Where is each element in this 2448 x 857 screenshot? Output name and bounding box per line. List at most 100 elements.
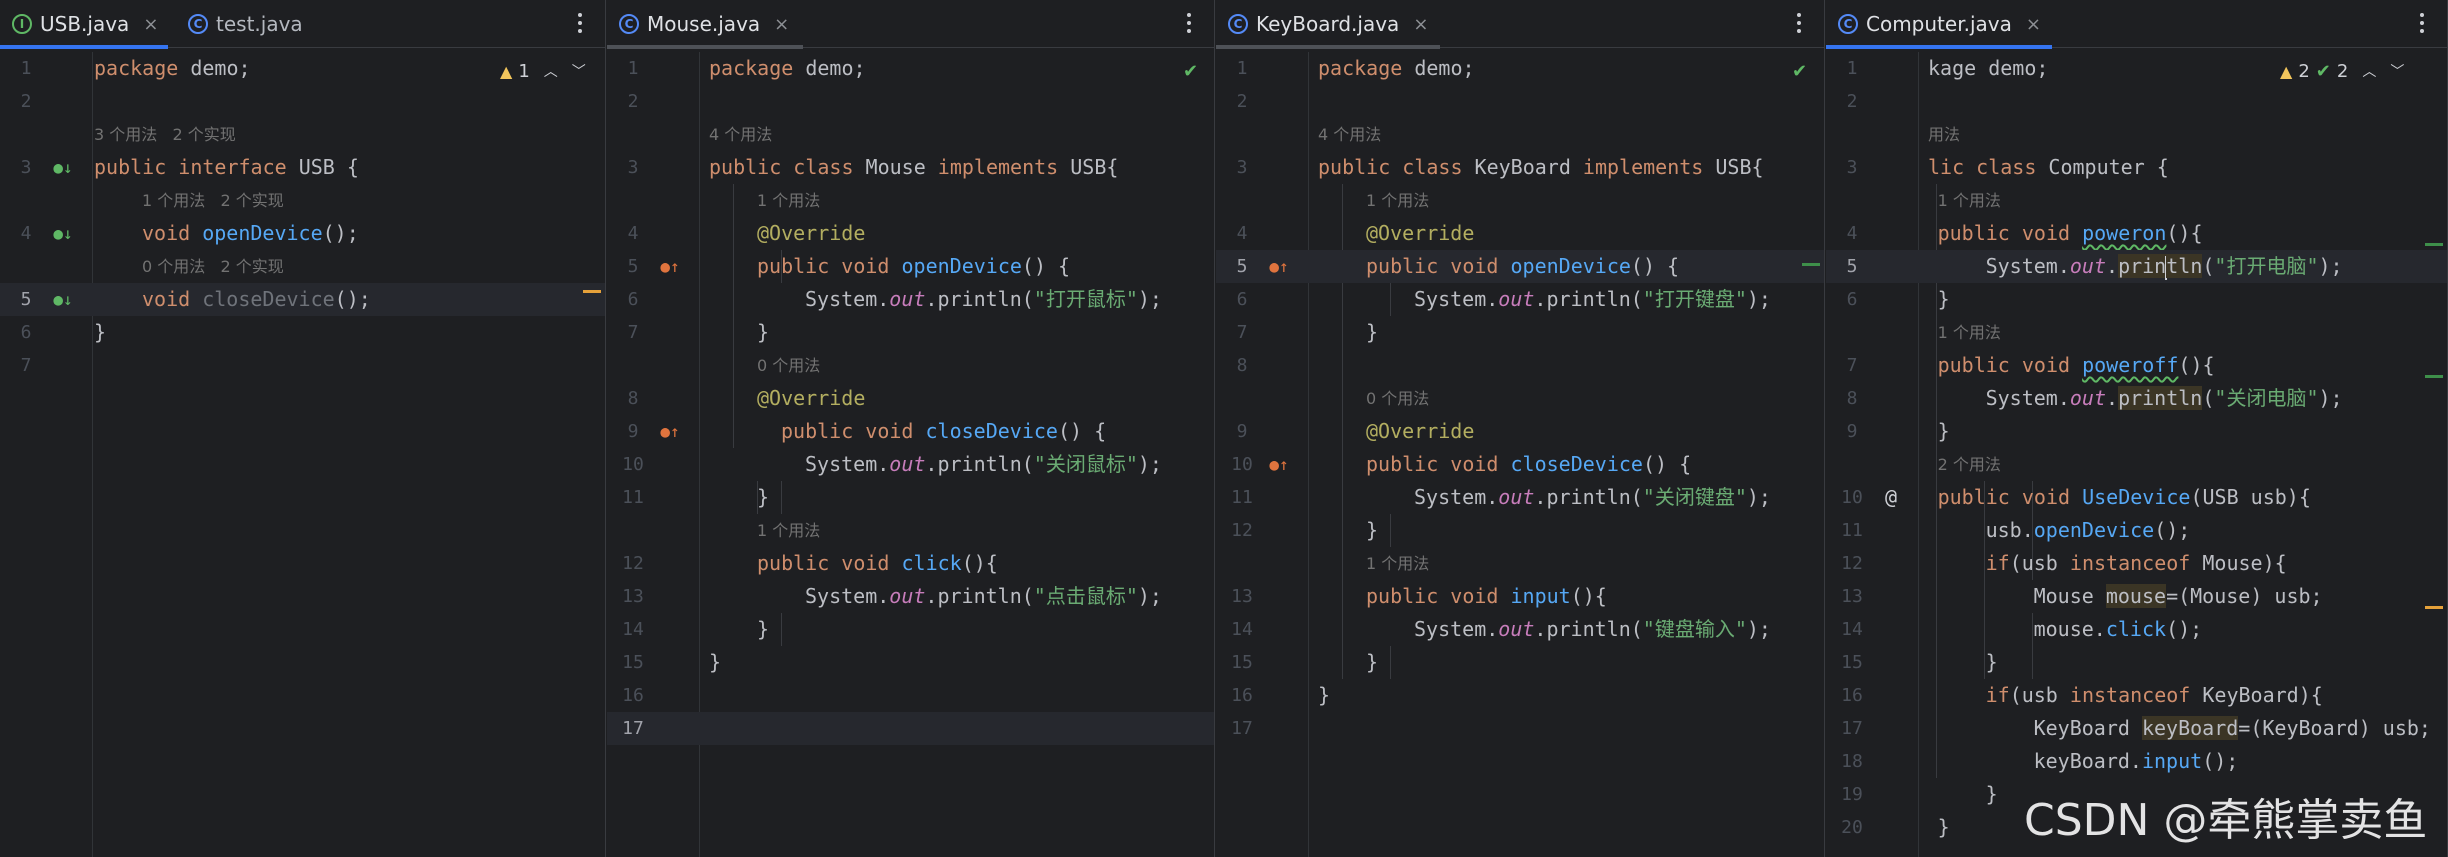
usage-hint[interactable]: 1 个用法 [1938, 184, 2001, 217]
code-text[interactable]: System.out.println("关闭键盘"); [1414, 481, 1771, 514]
chevron-down-icon[interactable]: ﹀ [2390, 61, 2404, 81]
scrollbar-mark[interactable] [2425, 375, 2443, 379]
usage-hint[interactable]: 1 个用法 [757, 184, 820, 217]
usage-hint[interactable]: 1 个用法 [757, 514, 820, 547]
override-icon[interactable]: ●↑ [1266, 448, 1292, 481]
tab-computer[interactable]: C Computer.java × [1826, 0, 2052, 49]
inspection-widget[interactable]: ▲ 1 ︿ ﹀ [500, 56, 586, 86]
implemented-icon[interactable]: ●↓ [50, 283, 76, 316]
code-text[interactable]: @Override [757, 382, 865, 415]
implemented-icon[interactable]: ●↓ [50, 217, 76, 250]
tab-usb[interactable]: I USB.java × [0, 0, 168, 49]
code-text[interactable]: } [94, 316, 106, 349]
more-options-icon[interactable] [1182, 8, 1196, 38]
code-text[interactable]: } [757, 481, 769, 514]
code-text[interactable]: } [1986, 646, 1998, 679]
override-icon[interactable]: ●↑ [1266, 250, 1292, 283]
code-text[interactable]: } [1366, 514, 1378, 547]
code-text[interactable]: } [1938, 415, 1950, 448]
code-text[interactable]: public void closeDevice() { [781, 415, 1106, 448]
code-text[interactable]: public interface USB { [94, 151, 359, 184]
code-text[interactable]: public void poweroff(){ [1938, 349, 2215, 382]
code-text[interactable]: kage demo; [1928, 52, 2048, 85]
code-text[interactable]: public void UseDevice(USB usb){ [1938, 481, 2311, 514]
inspection-widget[interactable]: ▲ 2 ✔ 2 ︿ ﹀ [2280, 56, 2404, 86]
more-options-icon[interactable] [573, 8, 587, 38]
code-text[interactable]: public void openDevice() { [1366, 250, 1679, 283]
code-text[interactable]: System.out.println("关闭鼠标"); [805, 448, 1162, 481]
chevron-up-icon[interactable]: ︿ [544, 61, 558, 81]
code-text[interactable]: @Override [1366, 415, 1474, 448]
code-text[interactable]: public void poweron(){ [1938, 217, 2203, 250]
code-text[interactable]: } [1986, 778, 1998, 811]
usage-hint[interactable]: 4 个用法 [709, 118, 772, 151]
code-text[interactable]: void openDevice(); [142, 217, 359, 250]
code-editor[interactable]: 1 package demo; 2 4 个用法 3 public class Mouse … [607, 52, 1214, 857]
usage-hint[interactable]: 2 个用法 [1938, 448, 2001, 481]
code-text[interactable]: System.out.println("打开键盘"); [1414, 283, 1771, 316]
code-text[interactable]: public void closeDevice() { [1366, 448, 1691, 481]
code-text[interactable]: public class KeyBoard implements USB{ [1318, 151, 1764, 184]
code-text[interactable]: package demo; [1318, 52, 1475, 85]
code-editor[interactable]: 1 package demo; 2 4 个用法 3 public class KeyBoa… [1216, 52, 1824, 857]
chevron-down-icon[interactable]: ﹀ [572, 61, 586, 81]
usage-hint[interactable]: 1 个用法 2 个实现 [142, 184, 284, 217]
code-text[interactable]: public class Mouse implements USB{ [709, 151, 1118, 184]
usage-hint[interactable]: 4 个用法 [1318, 118, 1381, 151]
usage-hint[interactable]: 1 个用法 [1366, 184, 1429, 217]
code-text[interactable]: } [757, 613, 769, 646]
code-editor[interactable]: 1 package demo; 2 3 个用法 2 个实现 3 ●↓ public inte… [0, 52, 605, 857]
code-text[interactable]: } [1938, 811, 1950, 844]
usage-hint[interactable]: 3 个用法 2 个实现 [94, 118, 236, 151]
override-icon[interactable]: ●↑ [657, 250, 683, 283]
code-text[interactable]: usb.openDevice(); [1986, 514, 2191, 547]
inspection-widget[interactable]: ✔ [1792, 56, 1807, 86]
code-text[interactable]: package demo; [709, 52, 866, 85]
scrollbar-mark[interactable] [583, 289, 601, 293]
code-text[interactable]: } [709, 646, 721, 679]
usage-hint[interactable]: 用法 [1928, 118, 1960, 151]
code-text[interactable]: System.out.println("打开鼠标"); [805, 283, 1162, 316]
code-text[interactable]: void closeDevice(); [142, 283, 371, 316]
scrollbar-mark[interactable] [2425, 606, 2443, 610]
code-text[interactable]: System.out.println("关闭电脑"); [1986, 382, 2343, 415]
usage-hint[interactable]: 0 个用法 [1366, 382, 1429, 415]
code-text[interactable]: } [1366, 646, 1378, 679]
code-text[interactable]: package demo; [94, 52, 251, 85]
code-text[interactable]: public void input(){ [1366, 580, 1607, 613]
close-icon[interactable]: × [1413, 14, 1428, 35]
tab-test[interactable]: Ctest.java [176, 0, 344, 48]
tab-keyboard[interactable]: C KeyBoard.java × [1216, 0, 1440, 49]
usage-hint[interactable]: 0 个用法 [757, 349, 820, 382]
close-icon[interactable]: × [143, 14, 158, 35]
implemented-icon[interactable]: ●↓ [50, 151, 76, 184]
scrollbar-mark[interactable] [2425, 243, 2443, 247]
chevron-up-icon[interactable]: ︿ [2362, 61, 2376, 81]
code-text[interactable]: @Override [757, 217, 865, 250]
code-text[interactable]: KeyBoard keyBoard=(KeyBoard) usb; [2034, 712, 2431, 745]
code-text[interactable]: keyBoard.input(); [2034, 745, 2239, 778]
code-text[interactable]: mouse.click(); [2034, 613, 2203, 646]
code-text[interactable]: if(usb instanceof Mouse){ [1986, 547, 2287, 580]
usage-hint[interactable]: 1 个用法 [1366, 547, 1429, 580]
code-text[interactable]: lic class Computer { [1928, 151, 2169, 184]
code-text[interactable]: @Override [1366, 217, 1474, 250]
code-text[interactable]: System.out.println("打开电脑"); [1986, 250, 2343, 283]
scrollbar-mark[interactable] [1802, 263, 1820, 267]
close-icon[interactable]: × [774, 14, 789, 35]
code-text[interactable]: Mouse mouse=(Mouse) usb; [2034, 580, 2323, 613]
inspection-widget[interactable]: ✔ [1183, 56, 1198, 86]
usage-hint[interactable]: 1 个用法 [1938, 316, 2001, 349]
override-icon[interactable]: ●↑ [657, 415, 683, 448]
code-text[interactable]: public void openDevice() { [757, 250, 1070, 283]
code-text[interactable]: } [1938, 283, 1950, 316]
close-icon[interactable]: × [2026, 14, 2041, 35]
code-text[interactable]: System.out.println("点击鼠标"); [805, 580, 1162, 613]
annotation-at-icon[interactable]: @ [1878, 481, 1904, 514]
tab-mouse[interactable]: C Mouse.java × [607, 0, 803, 49]
code-text[interactable]: } [757, 316, 769, 349]
code-editor[interactable]: 1 kage demo; 2 用法 3 lic class Computer {1 个用法… [1826, 52, 2447, 857]
code-text[interactable]: } [1318, 679, 1330, 712]
code-text[interactable]: System.out.println("键盘输入"); [1414, 613, 1771, 646]
code-text[interactable]: if(usb instanceof KeyBoard){ [1986, 679, 2323, 712]
